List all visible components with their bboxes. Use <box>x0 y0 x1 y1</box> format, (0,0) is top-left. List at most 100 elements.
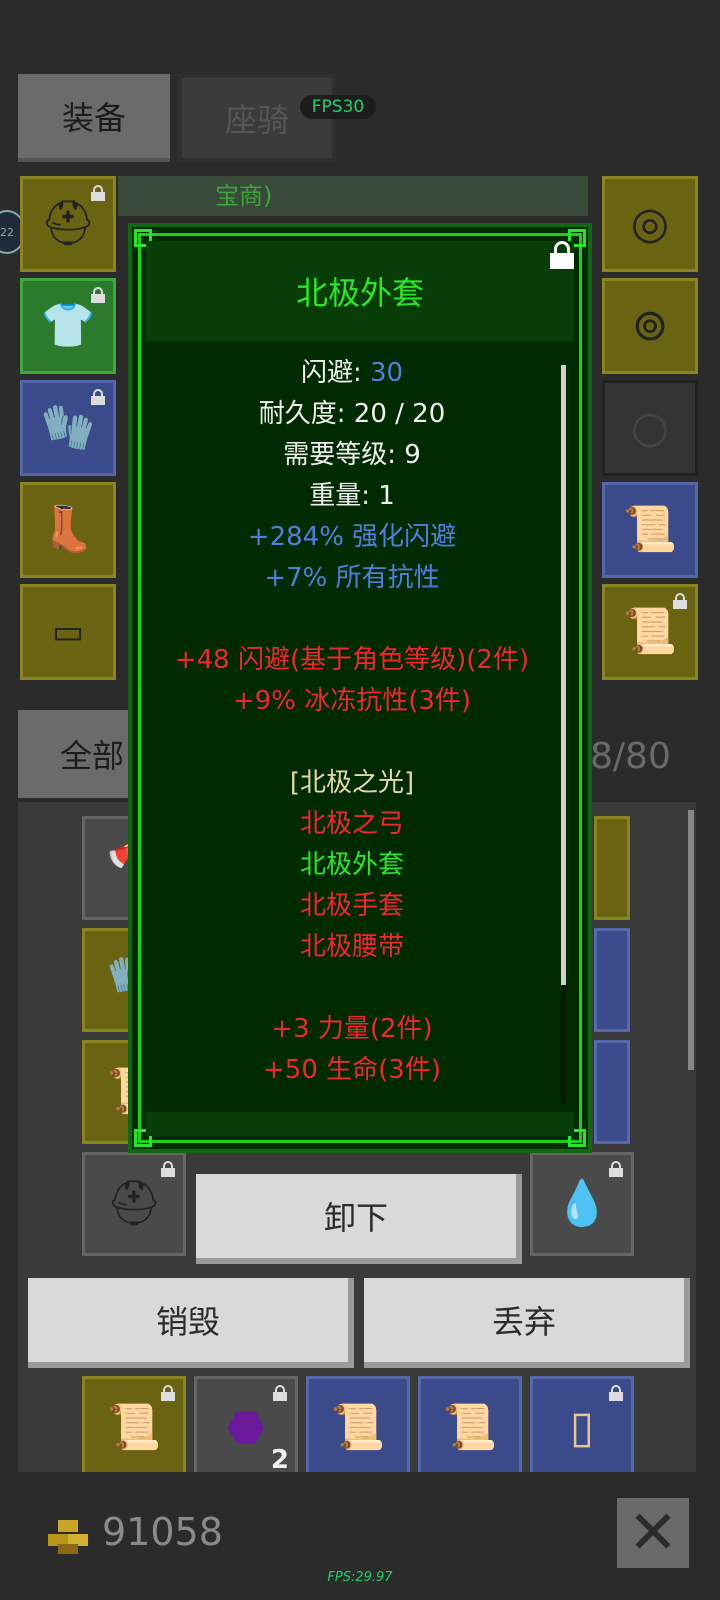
equip-slot-belt[interactable]: ▭ <box>20 584 116 680</box>
stat-line: +48 闪避(基于角色等级)(2件) <box>146 640 558 681</box>
item-detail-popup: 北极外套 闪避: 30 耐久度: 20 / 20 需要等级: 9 重量: 1 +284%… <box>128 223 592 1153</box>
equip-slot-map[interactable]: 📜 <box>602 584 698 680</box>
scroll-icon: 📜 <box>622 504 678 555</box>
stat-line: 重量: 1 <box>146 476 558 517</box>
scroll-icon: 📜 <box>330 1402 386 1453</box>
stat-line: [北极之光] <box>146 763 558 804</box>
stat-text: 北极手套 <box>299 891 404 921</box>
boots-icon: 👢 <box>40 504 96 555</box>
lock-icon <box>161 1161 175 1177</box>
equip-slot-helmet[interactable]: ⛑ <box>20 176 116 272</box>
inventory-item-orb[interactable]: ⬣ 2 <box>194 1376 298 1480</box>
stat-line: +50 生命(3件) <box>146 1050 558 1088</box>
inventory-item-misc[interactable] <box>594 1040 630 1144</box>
fps-badge: FPS30 <box>300 95 376 119</box>
coat-icon: 👕 <box>40 300 96 351</box>
lock-icon <box>609 1385 623 1401</box>
belt-icon: ▭ <box>51 612 85 652</box>
stat-text: 30 <box>369 358 404 388</box>
stat-text: 耐久度: 20 / 20 <box>258 399 446 429</box>
popup-scroll-thumb[interactable] <box>561 365 566 985</box>
lock-icon <box>91 287 105 303</box>
stat-text: +48 闪避(基于角色等级)(2件) <box>174 645 530 675</box>
lock-icon <box>91 185 105 201</box>
stat-line: 北极之弓 <box>146 804 558 845</box>
item-title: 北极外套 <box>146 241 574 341</box>
stat-text: +284% 强化闪避 <box>247 522 457 552</box>
inventory-capacity: 8/80 <box>590 736 671 777</box>
popup-footer <box>146 1112 574 1136</box>
stat-text: 重量: 1 <box>309 481 395 511</box>
destroy-button[interactable]: 销毁 <box>28 1278 354 1368</box>
stat-line: +9% 冰冻抗性(3件) <box>146 681 558 722</box>
stat-line <box>146 599 558 640</box>
stat-line <box>146 722 558 763</box>
inventory-item-tablet[interactable]: ▯ <box>530 1376 634 1480</box>
glove-icon: 🧤 <box>40 402 96 453</box>
stat-line: +3 力量(2件) <box>146 1009 558 1050</box>
helmet-icon: ⛑ <box>106 1178 162 1229</box>
item-count: 2 <box>270 1445 289 1475</box>
equip-slot-armor[interactable]: 👕 <box>20 278 116 374</box>
lock-icon[interactable] <box>550 241 574 269</box>
inventory-item-bag[interactable] <box>594 928 630 1032</box>
lock-icon <box>161 1385 175 1401</box>
stat-line: 北极手套 <box>146 886 558 927</box>
stat-line <box>146 968 558 1009</box>
equip-slot-amulet[interactable]: ◎ <box>602 176 698 272</box>
lock-icon <box>91 389 105 405</box>
close-button[interactable]: ✕ <box>617 1498 689 1568</box>
stat-line: 北极外套 <box>146 845 558 886</box>
helmet-icon: ⛑ <box>40 198 96 249</box>
stat-text: 北极腰带 <box>299 932 404 962</box>
unequip-button[interactable]: 卸下 <box>196 1174 522 1264</box>
stat-text: +7% 所有抗性 <box>264 563 440 593</box>
stat-text: [北极之光] <box>289 768 415 798</box>
map-icon: 📜 <box>106 1402 162 1453</box>
stat-line: 耐久度: 20 / 20 <box>146 394 558 435</box>
gold-amount: 91058 <box>102 1510 223 1554</box>
stat-line: +284% 强化闪避 <box>146 517 558 558</box>
lock-icon <box>609 1161 623 1177</box>
water-drop-icon: 💧 <box>554 1178 610 1229</box>
stat-line: 需要等级: 9 <box>146 435 558 476</box>
inventory-item-scroll-2[interactable]: 📜 <box>306 1376 410 1480</box>
close-icon: ✕ <box>627 1498 679 1568</box>
equip-slot-scroll[interactable]: 📜 <box>602 482 698 578</box>
drop-button[interactable]: 丢弃 <box>364 1278 690 1368</box>
stat-line: 北极腰带 <box>146 927 558 968</box>
stat-line: 闪避: 30 <box>146 353 558 394</box>
equip-slot-empty[interactable]: ○ <box>602 380 698 476</box>
lock-icon <box>273 1385 287 1401</box>
orb-icon: ⬣ <box>226 1402 266 1453</box>
equip-slot-gloves[interactable]: 🧤 <box>20 380 116 476</box>
inventory-item-map[interactable]: 📜 <box>82 1376 186 1480</box>
equip-slot-ring[interactable]: ⊚ <box>602 278 698 374</box>
inventory-item-helmet[interactable]: ⛑ <box>82 1152 186 1256</box>
scroll-icon: 📜 <box>442 1402 498 1453</box>
stat-text: 需要等级: 9 <box>283 440 421 470</box>
background-banner <box>118 176 588 216</box>
inventory-item-staff[interactable] <box>594 816 630 920</box>
empty-slot-icon: ○ <box>630 402 670 453</box>
gold-coins-icon <box>48 1520 88 1554</box>
stat-text: +9% 冰冻抗性(3件) <box>232 686 472 716</box>
stat-line: +7% 所有抗性 <box>146 558 558 599</box>
tab-equipment[interactable]: 装备 <box>18 74 170 162</box>
filter-all-tab[interactable]: 全部 <box>18 710 138 798</box>
inventory-item-gem[interactable]: 💧 <box>530 1152 634 1256</box>
inventory-item-scroll-3[interactable]: 📜 <box>418 1376 522 1480</box>
amulet-icon: ◎ <box>630 198 670 249</box>
stat-text: 北极外套 <box>299 850 404 880</box>
lock-icon <box>673 593 687 609</box>
background-banner-text: 宝商) <box>215 182 273 210</box>
ring-icon: ⊚ <box>631 300 669 351</box>
stat-text: +3 力量(2件) <box>271 1014 433 1044</box>
stat-text: 北极之弓 <box>299 809 404 839</box>
tablet-icon: ▯ <box>569 1402 595 1453</box>
fps-counter: FPS:29.97 <box>327 1570 393 1585</box>
equip-slot-boots[interactable]: 👢 <box>20 482 116 578</box>
item-stats: 闪避: 30 耐久度: 20 / 20 需要等级: 9 重量: 1 +284% 强化闪避… <box>146 353 558 1088</box>
stat-text: +50 生命(3件) <box>263 1055 441 1085</box>
inventory-scrollbar[interactable] <box>688 810 694 1070</box>
